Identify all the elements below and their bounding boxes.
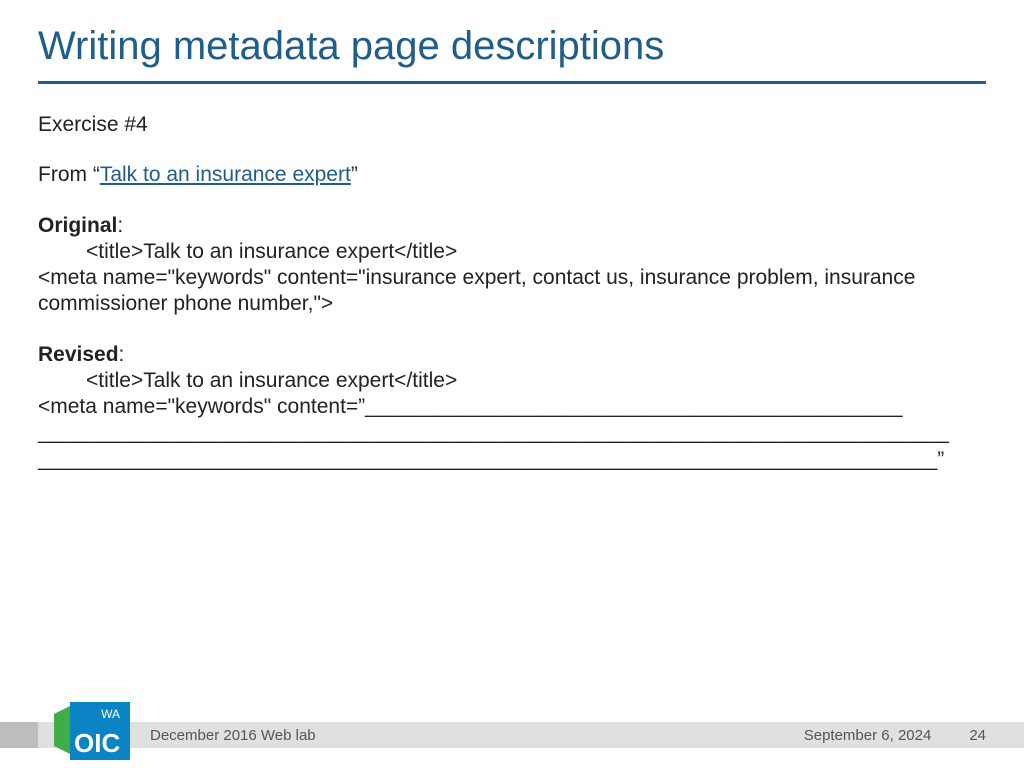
revised-heading: Revised: (38, 342, 986, 368)
footer-left: December 2016 Web lab (150, 727, 316, 744)
revised-block: <title>Talk to an insurance expert</titl… (38, 368, 986, 473)
original-meta-code: <meta name="keywords" content="insurance… (38, 266, 915, 315)
original-heading: Original: (38, 213, 986, 239)
original-title-code: <title>Talk to an insurance expert</titl… (38, 239, 986, 265)
footer-bar-accent (0, 722, 38, 748)
revised-label: Revised (38, 343, 119, 366)
exercise-label: Exercise #4 (38, 112, 986, 138)
slide-title: Writing metadata page descriptions (0, 0, 1024, 81)
footer-text: December 2016 Web lab September 6, 2024 … (150, 722, 986, 748)
revised-meta-prefix: <meta name="keywords" content=” (38, 395, 365, 418)
from-prefix: From “ (38, 163, 100, 186)
revised-title-code: <title>Talk to an insurance expert</titl… (38, 368, 986, 394)
wa-oic-logo: WA OIC (54, 702, 130, 760)
slide: Writing metadata page descriptions Exerc… (0, 0, 1024, 768)
footer: December 2016 Web lab September 6, 2024 … (0, 716, 1024, 754)
original-label: Original (38, 214, 117, 237)
talk-to-expert-link[interactable]: Talk to an insurance expert (100, 163, 351, 186)
revised-blank-3: ________________________________________… (38, 448, 944, 471)
logo-oic-text: OIC (74, 728, 120, 758)
revised-blank-1: ________________________________________… (365, 395, 902, 418)
slide-content: Exercise #4 From “Talk to an insurance e… (0, 84, 1024, 473)
original-block: <title>Talk to an insurance expert</titl… (38, 239, 986, 318)
logo-green-shape (54, 706, 70, 754)
revised-blank-2: ________________________________________… (38, 421, 949, 444)
footer-page-number: 24 (969, 727, 986, 744)
footer-date: September 6, 2024 (804, 727, 932, 744)
from-suffix: ” (351, 163, 358, 186)
from-line: From “Talk to an insurance expert” (38, 162, 986, 188)
logo-wa-text: WA (101, 707, 120, 721)
spacer (38, 318, 986, 342)
